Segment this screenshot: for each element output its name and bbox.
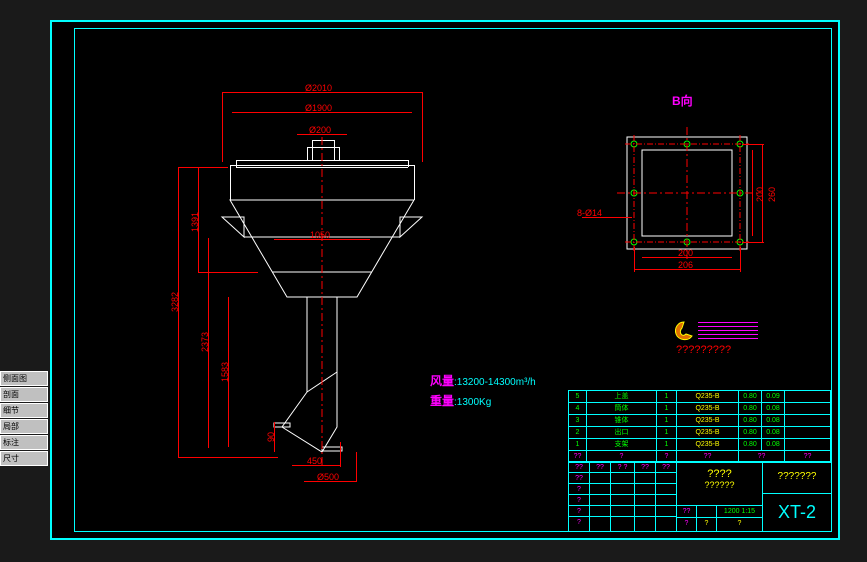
dim-d2010: Ø2010	[305, 83, 332, 93]
dim-w206: 206	[678, 260, 693, 270]
dim-h1391: 1391	[190, 212, 200, 232]
dim-h1583: 1583	[220, 362, 230, 382]
detail-view-b: 206 200 260 200 8-Ø14	[612, 117, 762, 267]
parts-list-row: 1支架1Q235-B0.800.08	[569, 439, 831, 451]
toolbar-item[interactable]: 局部	[0, 419, 48, 434]
dim-h200: 200	[755, 187, 765, 202]
dim-h2373: 2373	[200, 332, 210, 352]
toolbar-item[interactable]: 侧面图	[0, 371, 48, 386]
parts-list-row: 3锥体1Q235-B0.800.08	[569, 415, 831, 427]
company-name: ???????	[763, 462, 831, 482]
hopper-outline	[202, 167, 452, 467]
drawing-title: ????	[677, 462, 762, 480]
parts-list-row: 4筒体1Q235-B0.800.08	[569, 403, 831, 415]
spec-flow: 风量:13200-14300m³/h	[430, 372, 536, 389]
toolbar-item[interactable]: 标注	[0, 435, 48, 450]
drawing-canvas[interactable]: Ø2010 Ø1900 Ø200 3282	[50, 20, 840, 540]
parts-list-row: 5上盖1Q235-B0.800.09	[569, 391, 831, 403]
spec-weight: 重量:1300Kg	[430, 392, 491, 409]
dim-h3282: 3282	[170, 292, 180, 312]
dim-h260: 260	[767, 187, 777, 202]
dim-d200: Ø200	[309, 125, 331, 135]
scale: 1200 1:15	[717, 506, 762, 517]
dim-holes: 8-Ø14	[577, 208, 602, 218]
logo-text: ?????????	[676, 344, 731, 356]
drawing-number: XT-2	[778, 502, 816, 522]
title-block: 5上盖1Q235-B0.800.094筒体1Q235-B0.800.083锥体1…	[568, 390, 832, 532]
dim-d1900: Ø1900	[305, 103, 332, 113]
parts-list-row: 2出口1Q235-B0.800.08	[569, 427, 831, 439]
left-toolbar: 侧面图 剖面 细节 局部 标注 尺寸	[0, 370, 48, 467]
toolbar-item[interactable]: 尺寸	[0, 451, 48, 466]
toolbar-item[interactable]: 剖面	[0, 387, 48, 402]
dim-w200-inner: 200	[678, 248, 693, 258]
detail-label: B向	[672, 92, 693, 109]
company-logo-icon	[672, 320, 690, 338]
toolbar-item[interactable]: 细节	[0, 403, 48, 418]
